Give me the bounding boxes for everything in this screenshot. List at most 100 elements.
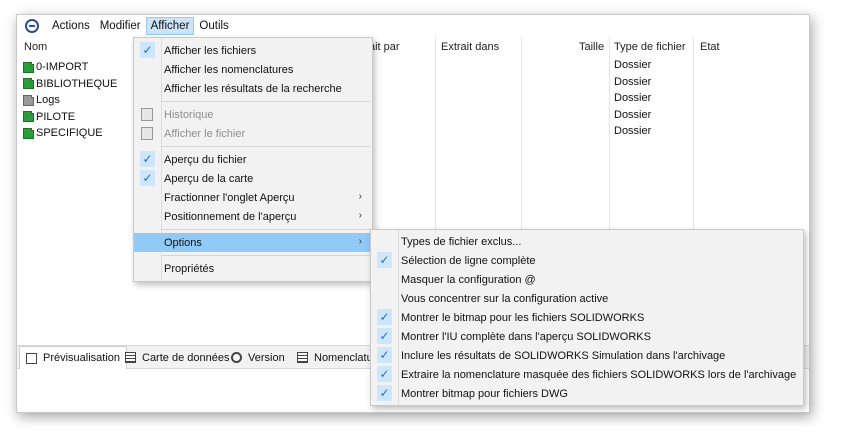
menu-afficher[interactable]: Afficher bbox=[145, 17, 195, 35]
type-cell: Dossier bbox=[614, 92, 652, 104]
submenu-arrow-icon: › bbox=[358, 210, 362, 221]
green-folder-icon bbox=[23, 111, 34, 123]
column-header-etat[interactable]: Etat bbox=[700, 41, 720, 53]
version-icon bbox=[231, 352, 242, 363]
menu-item-apercu-fichier[interactable]: ✓ Aperçu du fichier bbox=[134, 150, 372, 169]
menu-item-label: Afficher les fichiers bbox=[164, 44, 257, 57]
menu-item-label: Propriétés bbox=[164, 262, 215, 275]
tree-item-label: SPECIFIQUE bbox=[36, 127, 103, 140]
menu-item-fractionner[interactable]: Fractionner l'onglet Aperçu › bbox=[134, 188, 372, 207]
checkmark-icon: ✓ bbox=[377, 252, 392, 268]
menu-item-afficher-nomenclatures[interactable]: Afficher les nomenclatures bbox=[134, 60, 372, 79]
options-submenu: Types de fichier exclus... ✓ Sélection d… bbox=[370, 229, 804, 406]
folder-tree: 0-IMPORT BIBLIOTHEQUE Logs PILOTE SPECIF… bbox=[23, 59, 117, 142]
menu-item-label: Montrer bitmap pour fichiers DWG bbox=[401, 387, 568, 400]
preview-icon bbox=[26, 352, 37, 364]
option-nomenclature-masquee[interactable]: ✓ Extraire la nomenclature masquée des f… bbox=[371, 365, 803, 384]
bom-icon bbox=[297, 352, 308, 363]
tab-label: Carte de données bbox=[142, 351, 230, 364]
menu-item-label: Positionnement de l'aperçu bbox=[164, 210, 297, 223]
menu-item-label: Afficher le fichier bbox=[164, 127, 246, 140]
checkmark-icon: ✓ bbox=[140, 170, 155, 186]
gray-folder-icon bbox=[23, 94, 34, 106]
menu-item-apercu-carte[interactable]: ✓ Aperçu de la carte bbox=[134, 169, 372, 188]
column-header-type[interactable]: Type de fichier bbox=[614, 41, 686, 53]
tree-item-pilote[interactable]: PILOTE bbox=[23, 109, 117, 126]
menu-item-label: Montrer le bitmap pour les fichiers SOLI… bbox=[401, 311, 645, 324]
option-types-exclus[interactable]: Types de fichier exclus... bbox=[371, 232, 803, 251]
data-card-icon bbox=[125, 352, 136, 363]
tree-item-label: BIBLIOTHEQUE bbox=[36, 77, 118, 90]
menu-item-label: Vous concentrer sur la configuration act… bbox=[401, 292, 609, 305]
menu-item-label: Masquer la configuration @ bbox=[401, 273, 536, 286]
menu-modifier[interactable]: Modifier bbox=[95, 17, 146, 35]
menu-item-label: Inclure les résultats de SOLIDWORKS Simu… bbox=[401, 349, 726, 362]
tab-version[interactable]: Version bbox=[225, 346, 291, 369]
menu-item-proprietes[interactable]: Propriétés bbox=[134, 259, 372, 278]
menu-item-afficher-fichiers[interactable]: ✓ Afficher les fichiers bbox=[134, 41, 372, 60]
column-header-taille[interactable]: Taille bbox=[579, 41, 604, 53]
menu-item-positionnement[interactable]: Positionnement de l'aperçu › bbox=[134, 207, 372, 226]
option-bitmap-dwg[interactable]: ✓ Montrer bitmap pour fichiers DWG bbox=[371, 384, 803, 403]
type-column: Dossier Dossier Dossier Dossier Dossier bbox=[614, 59, 651, 142]
option-resultats-simulation[interactable]: ✓ Inclure les résultats de SOLIDWORKS Si… bbox=[371, 346, 803, 365]
option-selection-ligne[interactable]: ✓ Sélection de ligne complète bbox=[371, 251, 803, 270]
menu-separator bbox=[162, 255, 370, 256]
menu-separator bbox=[162, 101, 370, 102]
afficher-menu: ✓ Afficher les fichiers Afficher les nom… bbox=[133, 37, 373, 282]
checkmark-icon: ✓ bbox=[377, 347, 392, 363]
menu-item-label: Aperçu de la carte bbox=[164, 172, 254, 185]
tree-item-label: PILOTE bbox=[36, 110, 76, 123]
tree-item-logs[interactable]: Logs bbox=[23, 92, 117, 109]
checkmark-icon: ✓ bbox=[140, 151, 155, 167]
green-folder-icon bbox=[23, 61, 34, 73]
tab-previsualisation[interactable]: Prévisualisation bbox=[19, 346, 128, 369]
option-iu-complete[interactable]: ✓ Montrer l'IU complète dans l'aperçu SO… bbox=[371, 327, 803, 346]
menu-item-afficher-fichier[interactable]: Afficher le fichier bbox=[134, 124, 372, 143]
menu-outils[interactable]: Outils bbox=[194, 17, 233, 35]
tree-item-0-import[interactable]: 0-IMPORT bbox=[23, 59, 117, 76]
app-icon[interactable] bbox=[25, 19, 39, 33]
tab-label: Prévisualisation bbox=[43, 352, 121, 364]
green-folder-icon bbox=[23, 78, 34, 90]
option-masquer-config[interactable]: Masquer la configuration @ bbox=[371, 270, 803, 289]
pdm-explorer-window: Actions Modifier Afficher Outils Nom ait… bbox=[16, 14, 810, 413]
tab-label: Version bbox=[248, 351, 285, 364]
menu-separator bbox=[162, 146, 370, 147]
menu-item-label: Fractionner l'onglet Aperçu bbox=[164, 191, 295, 204]
checkmark-icon: ✓ bbox=[140, 42, 155, 58]
menu-separator bbox=[162, 229, 370, 230]
type-cell: Dossier bbox=[614, 59, 652, 71]
menu-item-historique[interactable]: Historique bbox=[134, 105, 372, 124]
tab-label: Nomenclatur bbox=[314, 351, 377, 364]
tab-carte-de-donnees[interactable]: Carte de données bbox=[119, 346, 235, 369]
option-bitmap-solidworks[interactable]: ✓ Montrer le bitmap pour les fichiers SO… bbox=[371, 308, 803, 327]
checkmark-icon: ✓ bbox=[377, 309, 392, 325]
menu-item-label: Montrer l'IU complète dans l'aperçu SOLI… bbox=[401, 330, 651, 343]
menu-item-options[interactable]: Options › bbox=[134, 233, 372, 252]
menubar: Actions Modifier Afficher Outils bbox=[17, 15, 809, 37]
tab-nomenclature[interactable]: Nomenclatur bbox=[291, 346, 382, 369]
checkmark-icon: ✓ bbox=[377, 385, 392, 401]
menu-actions[interactable]: Actions bbox=[47, 17, 95, 35]
type-cell: Dossier bbox=[614, 75, 652, 88]
tree-item-bibliotheque[interactable]: BIBLIOTHEQUE bbox=[23, 76, 117, 93]
column-header-nom[interactable]: Nom bbox=[24, 41, 47, 53]
menu-item-label: Types de fichier exclus... bbox=[401, 235, 522, 248]
menu-item-label: Extraire la nomenclature masquée des fic… bbox=[401, 368, 797, 381]
file-view-icon bbox=[141, 127, 153, 140]
column-header-extrait-dans[interactable]: Extrait dans bbox=[441, 41, 499, 53]
menu-item-label: Historique bbox=[164, 108, 214, 121]
tree-item-specifique[interactable]: SPECIFIQUE bbox=[23, 125, 117, 142]
submenu-arrow-icon: › bbox=[358, 236, 362, 247]
option-concentrer-config[interactable]: Vous concentrer sur la configuration act… bbox=[371, 289, 803, 308]
checkmark-icon: ✓ bbox=[377, 328, 392, 344]
tree-item-label: Logs bbox=[36, 94, 60, 107]
menu-item-label: Afficher les résultats de la recherche bbox=[164, 82, 342, 95]
column-header-fait-par[interactable]: ait par bbox=[369, 41, 400, 53]
green-folder-icon bbox=[23, 127, 34, 139]
checkmark-icon: ✓ bbox=[377, 366, 392, 382]
menu-item-label: Aperçu du fichier bbox=[164, 153, 247, 166]
menu-item-afficher-resultats[interactable]: Afficher les résultats de la recherche bbox=[134, 79, 372, 98]
submenu-arrow-icon: › bbox=[358, 191, 362, 202]
